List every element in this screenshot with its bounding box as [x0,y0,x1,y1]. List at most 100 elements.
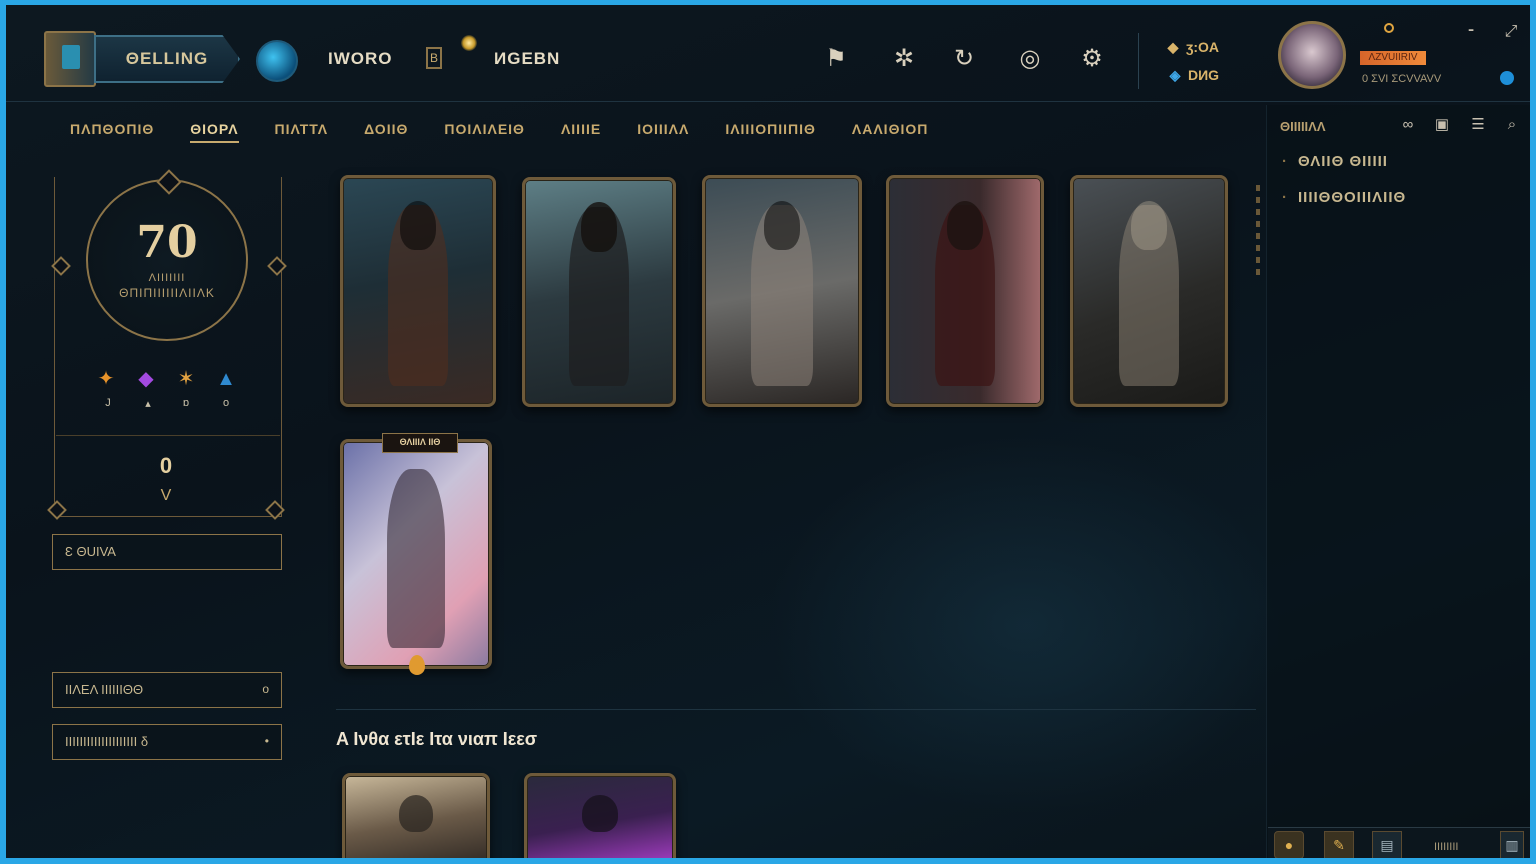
tab-2[interactable]: ΠΙΛΤΤΛ [275,121,329,143]
scrollbar[interactable] [1256,185,1260,277]
blue-rune-icon[interactable]: ▲ [214,367,238,391]
rp-currency[interactable]: ◆ ӡ:OA [1166,39,1219,56]
top-bar: ΘΕLLING IWORO B ИGEBN ⚑ ✲ ↻ ◎ ⚙ ◆ ӡ:OA ◈ D… [6,5,1530,102]
skin-card[interactable] [886,175,1044,407]
level-dial: 70 ΛΙΙΙΙΙΙΙ ΘΠΙΠΙΙΙΙΙΙΛΙΙΛΚ [86,179,248,341]
flame-icon [409,655,425,675]
blue-essence-icon: ◈ [1169,67,1181,83]
divider [1138,33,1139,89]
background-glow [766,435,1286,815]
link-icon[interactable]: ∞ [1398,115,1418,135]
character-hood [581,202,617,252]
profile-status: 0 ΣVI ΣCVVAVV [1362,73,1442,85]
rune-value: J [105,397,111,409]
friend-group[interactable]: · ΙΙΙΙΘΘΟΙΙΙΛΙΙΘ [1282,189,1406,206]
refresh-icon[interactable]: ↻ [950,45,978,73]
nav-home[interactable]: IWORO [328,49,393,69]
character-hood [398,794,434,833]
trophy-icon[interactable]: ⚑ [822,45,850,73]
purple-rune-icon[interactable]: ◆ [134,367,158,391]
gold-rune-icon[interactable]: ✶ [174,367,198,391]
rune-value: o [222,397,230,409]
sparkle-icon[interactable]: ✲ [890,45,918,73]
avatar[interactable] [1278,21,1346,89]
options-button[interactable]: ΙΙΙΙΙΙΙΙΙΙΙΙΙΙΙΙΙΙΙΙ δ • [52,724,282,760]
dial-value: 70 [136,217,198,268]
skin-card[interactable] [1070,175,1228,407]
chat-icon[interactable]: ▣ [1432,115,1452,135]
skin-card[interactable] [522,177,676,407]
clipboard-icon[interactable]: ▥ [1500,831,1524,858]
be-currency[interactable]: ◈ DИG [1168,67,1219,84]
orange-rune-icon[interactable]: ✦ [94,367,118,391]
social-panel [1266,105,1530,858]
character-hood [1130,200,1168,251]
options-label: ΙΙΙΙΙΙΙΙΙΙΙΙΙΙΙΙΙΙΙΙ δ [65,734,149,749]
orb-icon[interactable] [256,40,298,82]
dial-label: ΛΙΙΙΙΙΙΙ [148,272,186,284]
sort-button[interactable]: ΙΙΛΕΛ ΙΙΙΙΙΙΘΘ o [52,672,282,708]
tab-7[interactable]: ΙΛΙΙΙΟΠΙΙΠΙΘ [725,121,816,143]
sort-label: ΙΙΛΕΛ ΙΙΙΙΙΙΘΘ [65,682,144,697]
rune-value: ▴ [145,398,151,410]
tab-6[interactable]: ΙΟΙΙΙΛΛ [637,121,689,143]
spark-icon [461,35,477,51]
character-hood [763,200,801,251]
character-hood [946,200,984,251]
nav-tft[interactable]: ИGEBN [494,49,560,69]
profile-name-bar: ΛZVUIIRIV [1360,51,1426,65]
friend-group-label: ΙΙΙΙΘΘΟΙΙΙΛΙΙΘ [1298,189,1407,206]
skin-card[interactable] [342,773,490,858]
book-icon[interactable]: ▤ [1372,831,1402,858]
list-icon[interactable]: ☰ [1468,115,1488,135]
dial-sublabel: ΘΠΙΠΙΙΙΙΙΙΛΙΙΛΚ [119,286,215,300]
section-divider [336,709,1256,710]
skin-card[interactable] [702,175,862,407]
gem-icon: ◆ [1167,39,1179,55]
play-button[interactable]: ΘΕLLING [94,35,240,83]
skin-card[interactable] [340,175,496,407]
minimize-icon[interactable]: ⁃ [1460,21,1482,43]
version-text: ΙΙΙΙΙΙΙΙ [1434,841,1459,853]
level-indicator [1384,23,1394,33]
logo-icon[interactable] [44,31,96,87]
chevron-down-icon[interactable]: V [156,487,176,505]
mission-icon[interactable]: ● [1274,831,1304,858]
notification-dot[interactable] [1500,71,1514,85]
count-value: 0 [159,453,173,478]
card-badge: ΘΛΙΙΙΛ ΙΙΘ [382,433,458,453]
rune-value: ɒ [182,397,190,409]
be-value: DИG [1188,67,1220,83]
rp-value: ӡ:OA [1186,39,1220,55]
panel-divider [56,435,280,436]
character-hood [400,200,436,251]
client-window: ΘΕLLING IWORO B ИGEBN ⚑ ✲ ↻ ◎ ⚙ ◆ ӡ:OA ◈ D… [0,0,1536,864]
coin-icon[interactable]: ◎ [1016,45,1044,73]
sort-value: o [262,682,269,696]
friend-group-label: ΘΛΙΙΘ ΘΙΙΙΙΙ [1298,153,1388,170]
skin-card[interactable] [524,773,676,858]
notes-icon[interactable]: ✎ [1324,831,1354,858]
tab-3[interactable]: ΔΟΙΙΘ [364,121,408,143]
friend-group[interactable]: · ΘΛΙΙΘ ΘΙΙΙΙΙ [1282,153,1388,170]
bullet-icon: · [1282,153,1288,170]
settings-icon[interactable]: ⚙ [1078,45,1106,73]
character-hood [582,794,618,833]
sub-navigation: ΠΛΠΘΟΠΙΘ ΘΙΟΡΛ ΠΙΛΤΤΛ ΔΟΙΙΘ ΠΟΙΛΙΛΕΙΘ ΛΙ… [70,121,964,143]
character-art [386,468,446,649]
nav-badge: B [426,47,442,69]
options-value: • [264,734,269,748]
tab-1[interactable]: ΘΙΟΡΛ [190,121,239,143]
search-icon[interactable]: ⌕ [1502,115,1522,135]
bullet-icon: · [1282,189,1288,206]
tab-4[interactable]: ΠΟΙΛΙΛΕΙΘ [444,121,525,143]
tab-5[interactable]: ΛΙΙΙΙΕ [561,121,601,143]
close-icon[interactable]: ⤢ [1500,21,1522,43]
social-title: ΘΙΙΙΙΙΛΛ [1280,119,1326,134]
filter-button[interactable]: Ɛ ΘUIVA [52,534,282,570]
topbar-divider [6,101,1530,102]
featured-skin-card[interactable] [340,439,492,669]
tab-0[interactable]: ΠΛΠΘΟΠΙΘ [70,121,154,143]
tab-8[interactable]: ΛΑΛΙΘΙΟΠ [852,121,928,143]
section-title: A Ινθα ετΙε Ιτα νιαπ Ιεεσ [336,729,538,749]
